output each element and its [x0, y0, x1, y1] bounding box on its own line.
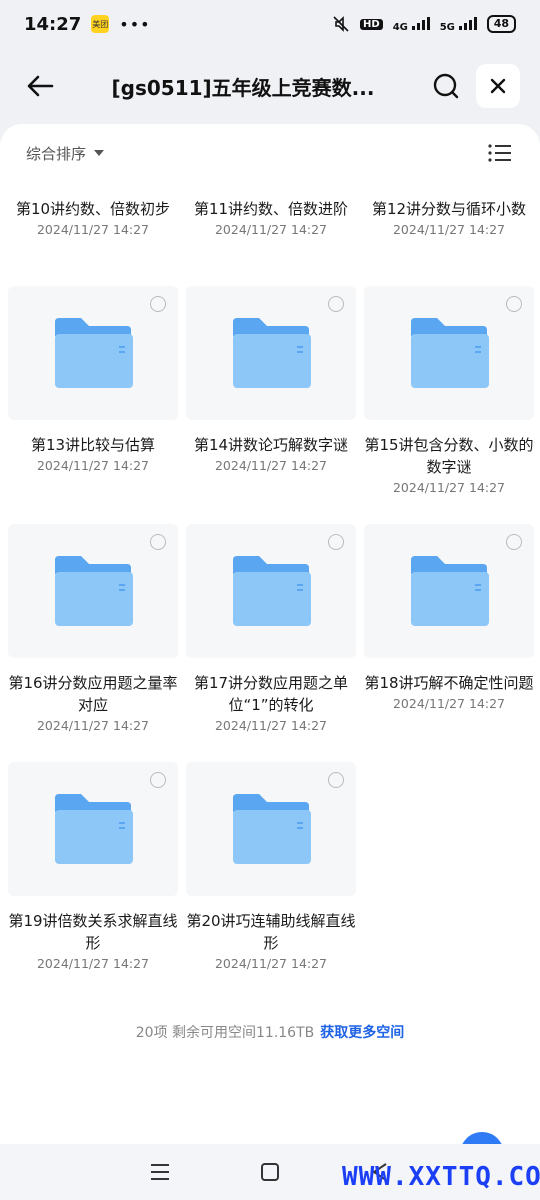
folder-icon — [55, 556, 133, 626]
watermark-text: WWW.XXTTQ.COM — [342, 1162, 540, 1192]
folder-thumbnail[interactable] — [8, 524, 178, 658]
folder-date: 2024/11/27 14:27 — [214, 956, 328, 971]
search-button[interactable] — [426, 66, 466, 106]
select-checkbox[interactable] — [150, 772, 166, 788]
folder-item[interactable]: 第16讲分数应用题之量率对应 2024/11/27 14:27 — [8, 524, 178, 733]
select-checkbox[interactable] — [328, 534, 344, 550]
menu-icon[interactable] — [150, 1163, 170, 1181]
folder-date: 2024/11/27 14:27 — [36, 718, 150, 733]
folder-thumbnail[interactable] — [364, 524, 534, 658]
get-more-space-link[interactable]: 获取更多空间 — [320, 1025, 404, 1041]
folder-name: 第18讲巧解不确定性问题 — [364, 674, 534, 692]
folder-icon — [411, 556, 489, 626]
folder-name: 第16讲分数应用题之量率对应 — [8, 674, 178, 714]
folder-name: 第17讲分数应用题之单位“1”的转化 — [193, 674, 349, 714]
folder-icon — [233, 794, 311, 864]
folder-date: 2024/11/27 14:27 — [36, 458, 150, 473]
signal-bars-icon — [411, 16, 430, 30]
select-checkbox[interactable] — [506, 534, 522, 550]
more-notifications-icon: ••• — [119, 14, 151, 34]
folder-name: 第15讲包含分数、小数的数字谜 — [364, 436, 534, 476]
net-label-4g: 4G — [392, 21, 408, 33]
folder-name: 第12讲分数与循环小数 — [371, 200, 527, 218]
sort-dropdown[interactable]: 综合排序 — [26, 143, 86, 164]
signal-4g: 4G — [393, 16, 430, 33]
meituan-app-icon: 美团 — [91, 15, 110, 33]
folder-thumbnail[interactable] — [364, 286, 534, 420]
folder-item[interactable]: 第14讲数论巧解数字谜 2024/11/27 14:27 — [186, 286, 356, 473]
sort-bar: 综合排序 — [0, 124, 540, 182]
signal-5g: 5G — [440, 16, 477, 33]
status-bar: 14:27 美团 ••• HD 4G 5G 48 — [0, 0, 540, 48]
folder-icon — [233, 556, 311, 626]
folder-name: 第14讲数论巧解数字谜 — [193, 436, 349, 454]
close-icon — [490, 78, 506, 94]
mute-icon — [333, 16, 349, 32]
folder-icon — [55, 794, 133, 864]
folder-date: 2024/11/27 14:27 — [214, 718, 328, 733]
folder-name: 第13讲比较与估算 — [30, 436, 156, 454]
folder-item[interactable]: 第11讲约数、倍数进阶 2024/11/27 14:27 — [186, 198, 356, 237]
top-bar: [gs0511]五年级上竞赛数... — [0, 56, 540, 116]
folder-item[interactable]: 第17讲分数应用题之单位“1”的转化 2024/11/27 14:27 — [186, 524, 356, 733]
folder-item[interactable]: 第18讲巧解不确定性问题 2024/11/27 14:27 — [364, 524, 534, 711]
folder-name: 第20讲巧连辅助线解直线形 — [186, 912, 356, 952]
list-view-button[interactable] — [486, 141, 514, 165]
folder-thumbnail[interactable] — [8, 286, 178, 420]
storage-footer: 20项 剩余可用空间11.16TB 获取更多空间 — [0, 1022, 540, 1042]
folder-date: 2024/11/27 14:27 — [392, 480, 506, 495]
back-arrow-icon — [27, 75, 54, 97]
home-icon[interactable] — [260, 1162, 280, 1182]
folder-icon — [411, 318, 489, 388]
folder-date: 2024/11/27 14:27 — [36, 222, 150, 237]
select-checkbox[interactable] — [328, 772, 344, 788]
folder-item[interactable]: 第10讲约数、倍数初步 2024/11/27 14:27 — [8, 198, 178, 237]
folder-thumbnail[interactable] — [186, 286, 356, 420]
status-time: 14:27 — [24, 13, 82, 35]
battery-icon: 48 — [486, 15, 516, 33]
folder-item[interactable]: 第12讲分数与循环小数 2024/11/27 14:27 — [364, 198, 534, 237]
folder-thumbnail[interactable] — [186, 762, 356, 896]
select-checkbox[interactable] — [328, 296, 344, 312]
folder-item[interactable]: 第19讲倍数关系求解直线形 2024/11/27 14:27 — [8, 762, 178, 971]
page-title: [gs0511]五年级上竞赛数... — [111, 75, 375, 100]
list-view-icon — [488, 144, 511, 162]
back-button[interactable] — [20, 66, 60, 106]
file-panel: 综合排序 第10讲约数、倍数初步 2024/11/27 14:27 第11讲约数… — [0, 124, 540, 1144]
folder-thumbnail[interactable] — [186, 524, 356, 658]
hd-icon: HD — [360, 18, 383, 30]
folder-name: 第10讲约数、倍数初步 — [15, 200, 171, 218]
signal-bars-icon — [458, 16, 477, 30]
folder-name: 第19讲倍数关系求解直线形 — [8, 912, 178, 952]
folder-item[interactable]: 第15讲包含分数、小数的数字谜 2024/11/27 14:27 — [364, 286, 534, 495]
net-label-5g: 5G — [439, 21, 455, 33]
folder-thumbnail[interactable] — [8, 762, 178, 896]
select-checkbox[interactable] — [150, 296, 166, 312]
folder-item[interactable]: 第13讲比较与估算 2024/11/27 14:27 — [8, 286, 178, 473]
close-button[interactable] — [476, 64, 520, 108]
select-checkbox[interactable] — [150, 534, 166, 550]
folder-name: 第11讲约数、倍数进阶 — [193, 200, 349, 218]
folder-date: 2024/11/27 14:27 — [214, 222, 328, 237]
folder-icon — [55, 318, 133, 388]
folder-icon — [233, 318, 311, 388]
caret-down-icon[interactable] — [94, 150, 105, 156]
folder-date: 2024/11/27 14:27 — [392, 222, 506, 237]
search-icon — [433, 73, 459, 99]
select-checkbox[interactable] — [506, 296, 522, 312]
folder-date: 2024/11/27 14:27 — [214, 458, 328, 473]
storage-summary: 20项 剩余可用空间11.16TB — [135, 1025, 315, 1041]
folder-item[interactable]: 第20讲巧连辅助线解直线形 2024/11/27 14:27 — [186, 762, 356, 971]
folder-date: 2024/11/27 14:27 — [36, 956, 150, 971]
status-icons: HD 4G 5G 48 — [332, 15, 516, 33]
folder-date: 2024/11/27 14:27 — [392, 696, 506, 711]
